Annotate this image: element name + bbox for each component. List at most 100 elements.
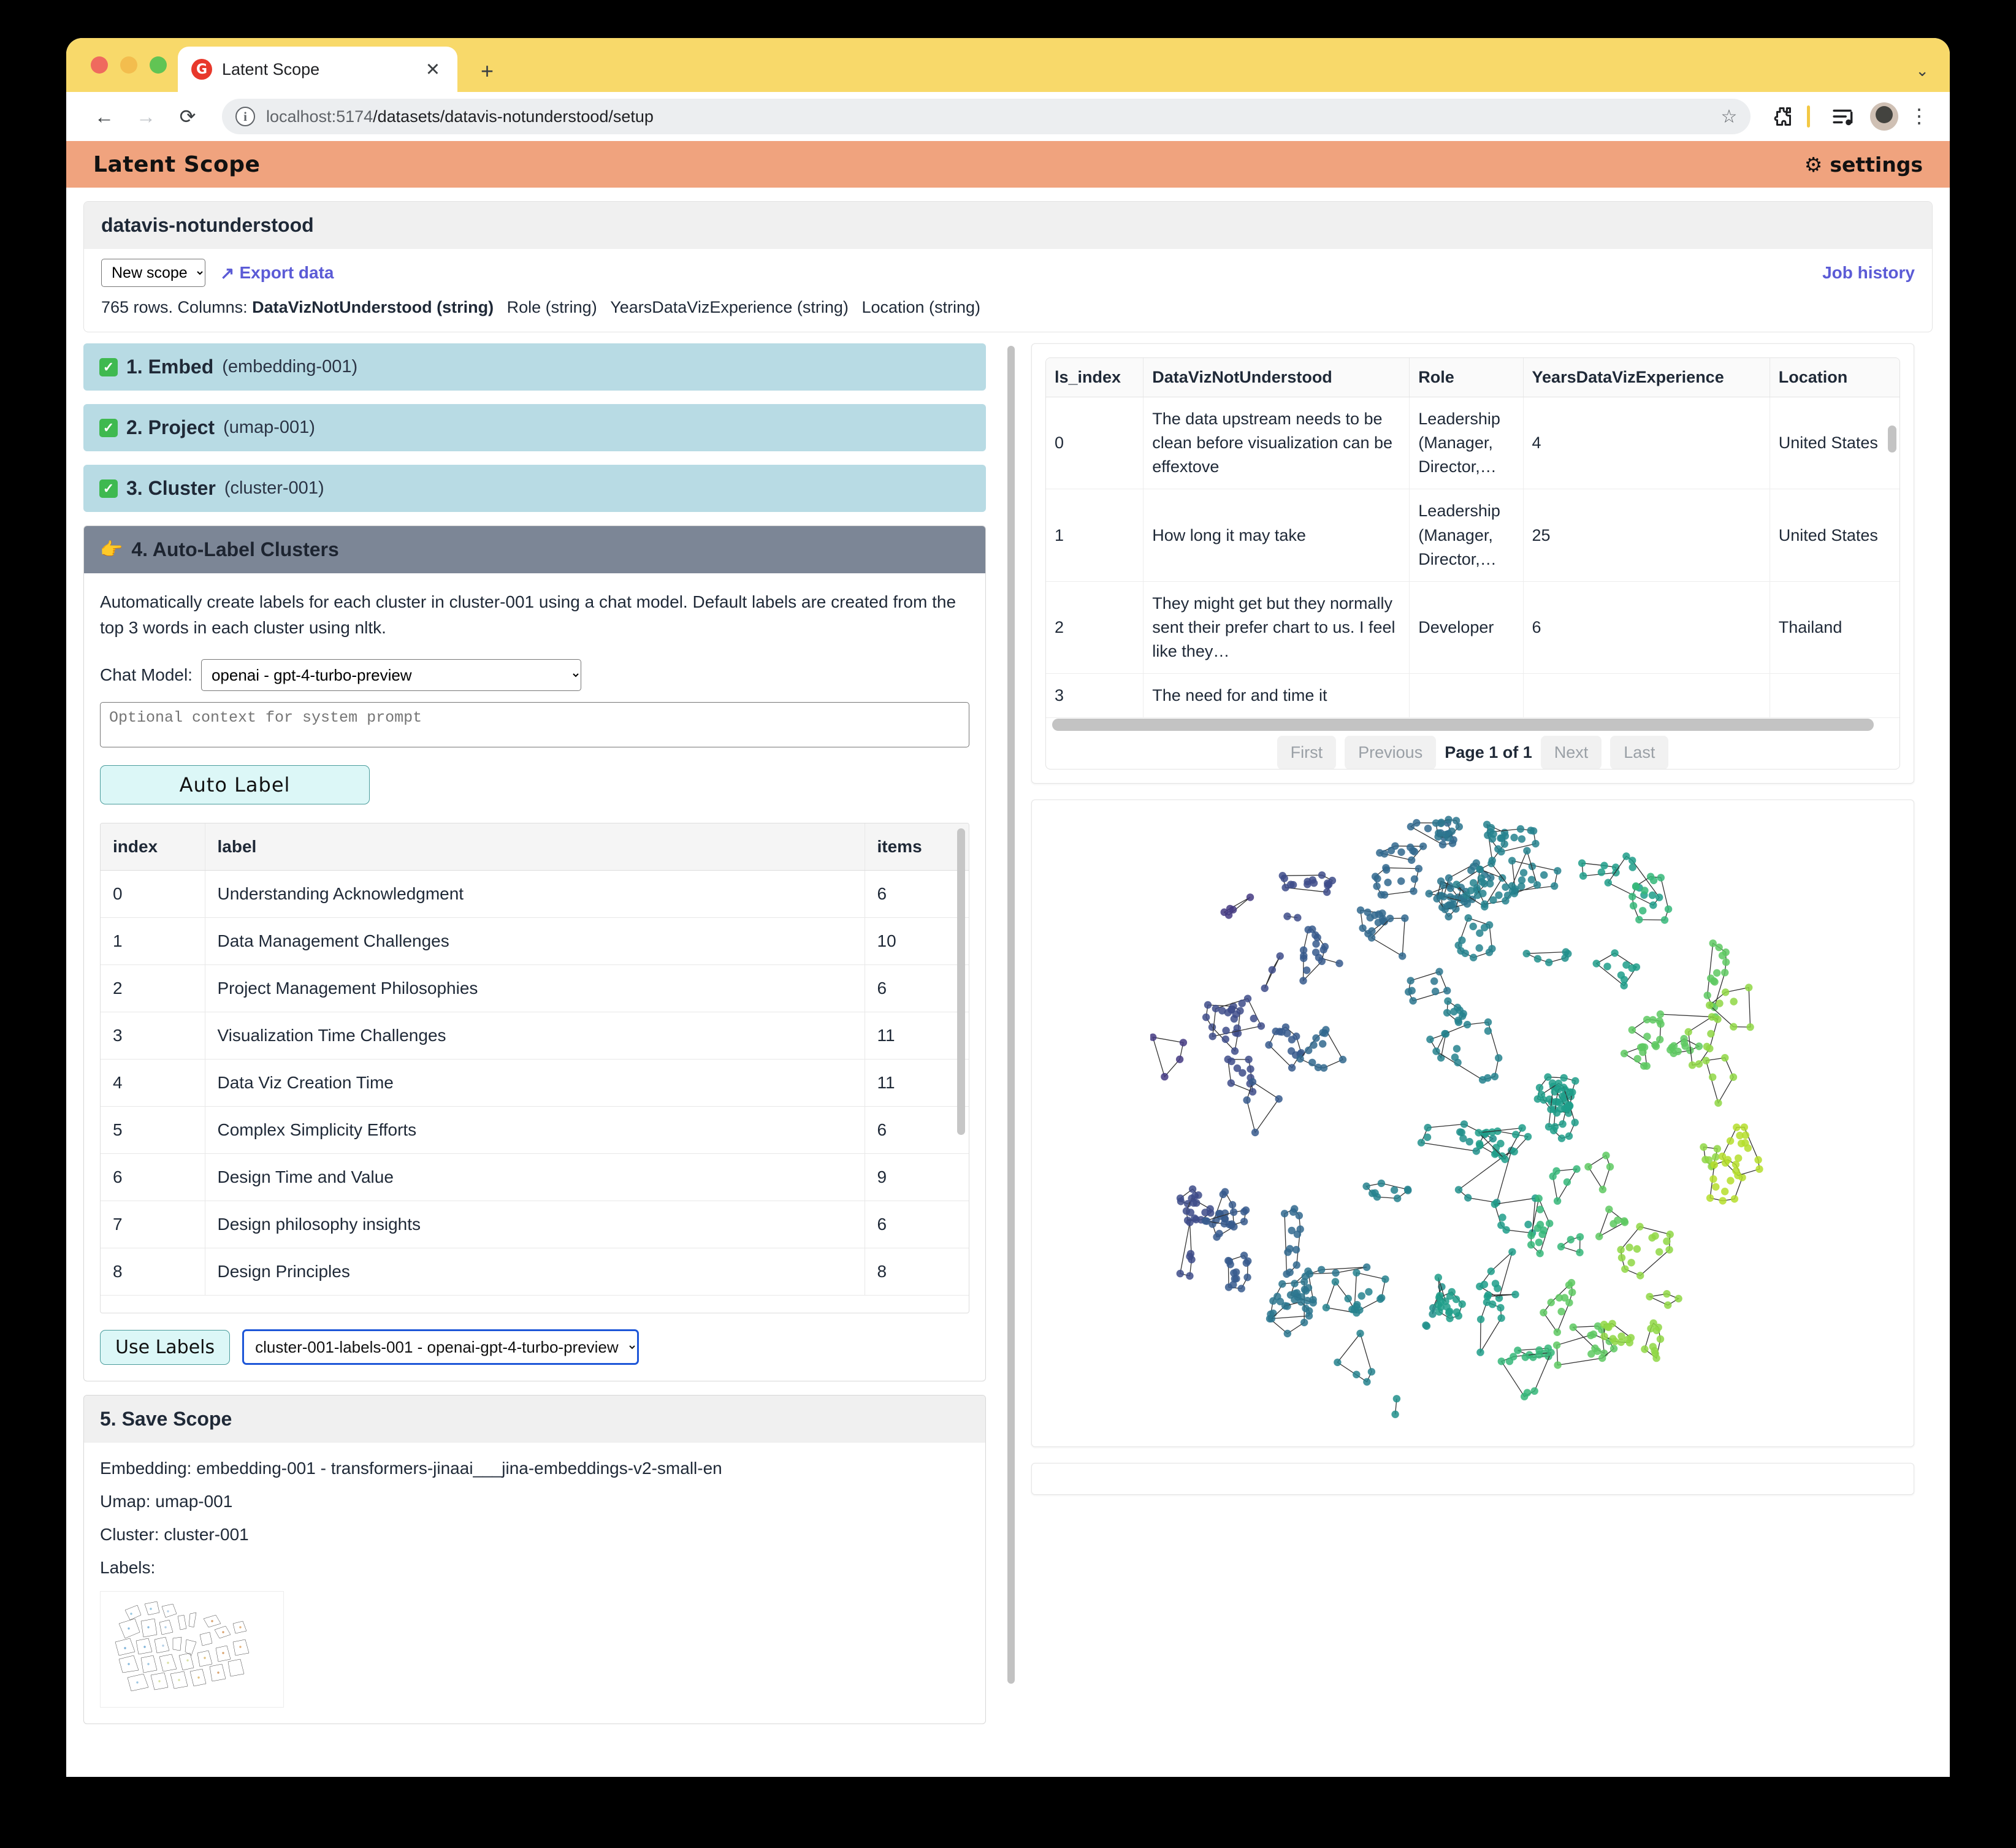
job-history-link[interactable]: Job history	[1822, 263, 1915, 283]
scatter-point	[1222, 1026, 1230, 1034]
table-row[interactable]: 2 Project Management Philosophies 6	[101, 964, 969, 1012]
table-row[interactable]: 0 The data upstream needs to be clean be…	[1046, 397, 1900, 490]
scatter-point	[1376, 1295, 1384, 1303]
step-save-scope-header[interactable]: 5. Save Scope	[84, 1396, 985, 1443]
data-table-horizontal-scrollbar[interactable]	[1052, 719, 1874, 731]
new-tab-button[interactable]: +	[481, 60, 494, 82]
back-icon[interactable]: ←	[87, 99, 121, 134]
avatar[interactable]	[1870, 102, 1898, 131]
dataset-name: datavis-notunderstood	[84, 202, 1932, 249]
scatter-point	[1530, 1387, 1538, 1395]
step-cluster-sub: (cluster-001)	[224, 478, 324, 498]
step-autolabel-header[interactable]: 👉 4. Auto-Label Clusters	[84, 526, 985, 573]
forward-icon[interactable]: →	[129, 99, 163, 134]
close-icon[interactable]: ✕	[422, 59, 444, 80]
scatter-point	[1498, 834, 1506, 842]
pointing-hand-icon: 👉	[100, 539, 123, 560]
table-row[interactable]: 3 The need for and time it	[1046, 673, 1900, 719]
labels-set-select[interactable]: cluster-001-labels-001 - openai-gpt-4-tu…	[242, 1329, 640, 1365]
reading-list-icon[interactable]	[1827, 100, 1860, 133]
bookmark-star-icon[interactable]: ☆	[1716, 104, 1742, 129]
scatter-point	[1236, 1007, 1244, 1015]
chat-model-select[interactable]: openai - gpt-4-turbo-preview	[200, 659, 581, 691]
table-row[interactable]: 8 Design Principles 8	[101, 1248, 969, 1296]
toolbar-divider	[1807, 105, 1810, 128]
scatter-point	[1688, 1061, 1697, 1069]
header-items: items	[865, 823, 969, 871]
cell-items: 6	[865, 964, 969, 1012]
browser-tab[interactable]: G Latent Scope ✕	[178, 47, 457, 92]
settings-button[interactable]: ⚙ settings	[1804, 153, 1923, 177]
gear-icon: ⚙	[1804, 152, 1823, 177]
scatter-point	[1391, 1410, 1399, 1418]
scatter-point	[1476, 1348, 1484, 1356]
table-row[interactable]: 1 How long it may take Leadership (Manag…	[1046, 489, 1900, 582]
table-row[interactable]: 6 Design Time and Value 9	[101, 1153, 969, 1201]
browser-menu-icon[interactable]: ⋮	[1909, 106, 1929, 126]
maximize-window-button[interactable]	[150, 56, 167, 74]
minimize-window-button[interactable]	[120, 56, 137, 74]
auto-label-button[interactable]: Auto Label	[100, 765, 370, 804]
table-row[interactable]: 2 They might get but they normally sent …	[1046, 581, 1900, 674]
cell-label: Design Principles	[205, 1248, 865, 1296]
scatter-point	[1576, 1233, 1584, 1241]
save-embedding-line: Embedding: embedding-001 - transformers-…	[100, 1459, 722, 1478]
scatter-point	[1563, 1178, 1571, 1186]
scatter-point	[1381, 1275, 1389, 1283]
system-prompt-input[interactable]	[100, 702, 969, 747]
scatter-point	[1587, 1350, 1595, 1358]
scatter-point	[1510, 833, 1518, 842]
scatter-point	[1483, 820, 1491, 828]
table-row[interactable]: 1 Data Management Challenges 10	[101, 917, 969, 965]
scatter-point	[1571, 1118, 1579, 1126]
labels-table-scrollbar[interactable]	[957, 828, 965, 1135]
scatter-point	[1565, 1281, 1573, 1289]
scatter-point	[1707, 1029, 1715, 1038]
scatter-point	[1267, 1315, 1276, 1323]
table-row[interactable]: 3 Visualization Time Challenges 11	[101, 1012, 969, 1060]
dataset-actions-left: New scope ↗ Export data	[101, 259, 334, 287]
scatter-point	[1356, 906, 1365, 914]
next-page-button[interactable]: Next	[1540, 736, 1602, 769]
step-embed[interactable]: ✓ 1. Embed (embedding-001)	[83, 343, 986, 391]
scatter-point	[1288, 1226, 1296, 1235]
column-name-0: DataVizNotUnderstood (string)	[252, 298, 494, 316]
scatter-point	[1632, 882, 1640, 890]
address-bar[interactable]: i localhost:5174/datasets/datavis-notund…	[222, 99, 1751, 134]
export-data-link[interactable]: ↗ Export data	[220, 263, 334, 283]
data-table-wrapper: ls_index DataVizNotUnderstood Role Years…	[1045, 357, 1900, 769]
first-page-button[interactable]: First	[1277, 736, 1337, 769]
scatter-point	[1231, 1047, 1239, 1055]
table-row[interactable]: 4 Data Viz Creation Time 11	[101, 1059, 969, 1107]
header-location: Location	[1770, 358, 1900, 397]
step-project[interactable]: ✓ 2. Project (umap-001)	[83, 404, 986, 451]
header-datavis: DataVizNotUnderstood	[1143, 358, 1410, 397]
panel-divider[interactable]	[1003, 343, 1018, 1747]
table-row[interactable]: 5 Complex Simplicity Efforts 6	[101, 1106, 969, 1154]
umap-scatterplot[interactable]	[1150, 810, 1795, 1437]
scatter-point	[1443, 1009, 1451, 1017]
scatter-point	[1295, 1212, 1303, 1220]
reload-icon[interactable]: ⟳	[170, 99, 205, 134]
scatter-point	[1628, 857, 1636, 865]
use-labels-button[interactable]: Use Labels	[100, 1329, 231, 1365]
table-row[interactable]: 7 Design philosophy insights 6	[101, 1201, 969, 1248]
close-window-button[interactable]	[91, 56, 108, 74]
site-info-icon[interactable]: i	[235, 107, 255, 126]
preview-panel: ls_index DataVizNotUnderstood Role Years…	[1018, 343, 1933, 1747]
step-cluster[interactable]: ✓ 3. Cluster (cluster-001)	[83, 465, 986, 512]
cell-index: 0	[101, 870, 205, 918]
scatter-point	[1663, 1237, 1671, 1245]
scope-select[interactable]: New scope	[101, 259, 205, 287]
panel-resize-handle[interactable]	[1007, 346, 1015, 1684]
extensions-puzzle-icon[interactable]	[1765, 100, 1798, 133]
chevron-down-icon[interactable]: ⌄	[1915, 61, 1929, 80]
table-row[interactable]: 0 Understanding Acknowledgment 6	[101, 870, 969, 918]
scatter-point	[1656, 1036, 1664, 1044]
scatter-point	[1628, 863, 1636, 871]
data-table-vertical-scrollbar[interactable]	[1888, 426, 1896, 452]
last-page-button[interactable]: Last	[1610, 736, 1669, 769]
save-cluster-line: Cluster: cluster-001	[100, 1525, 249, 1544]
scatter-point	[1663, 1290, 1671, 1298]
previous-page-button[interactable]: Previous	[1345, 736, 1437, 769]
